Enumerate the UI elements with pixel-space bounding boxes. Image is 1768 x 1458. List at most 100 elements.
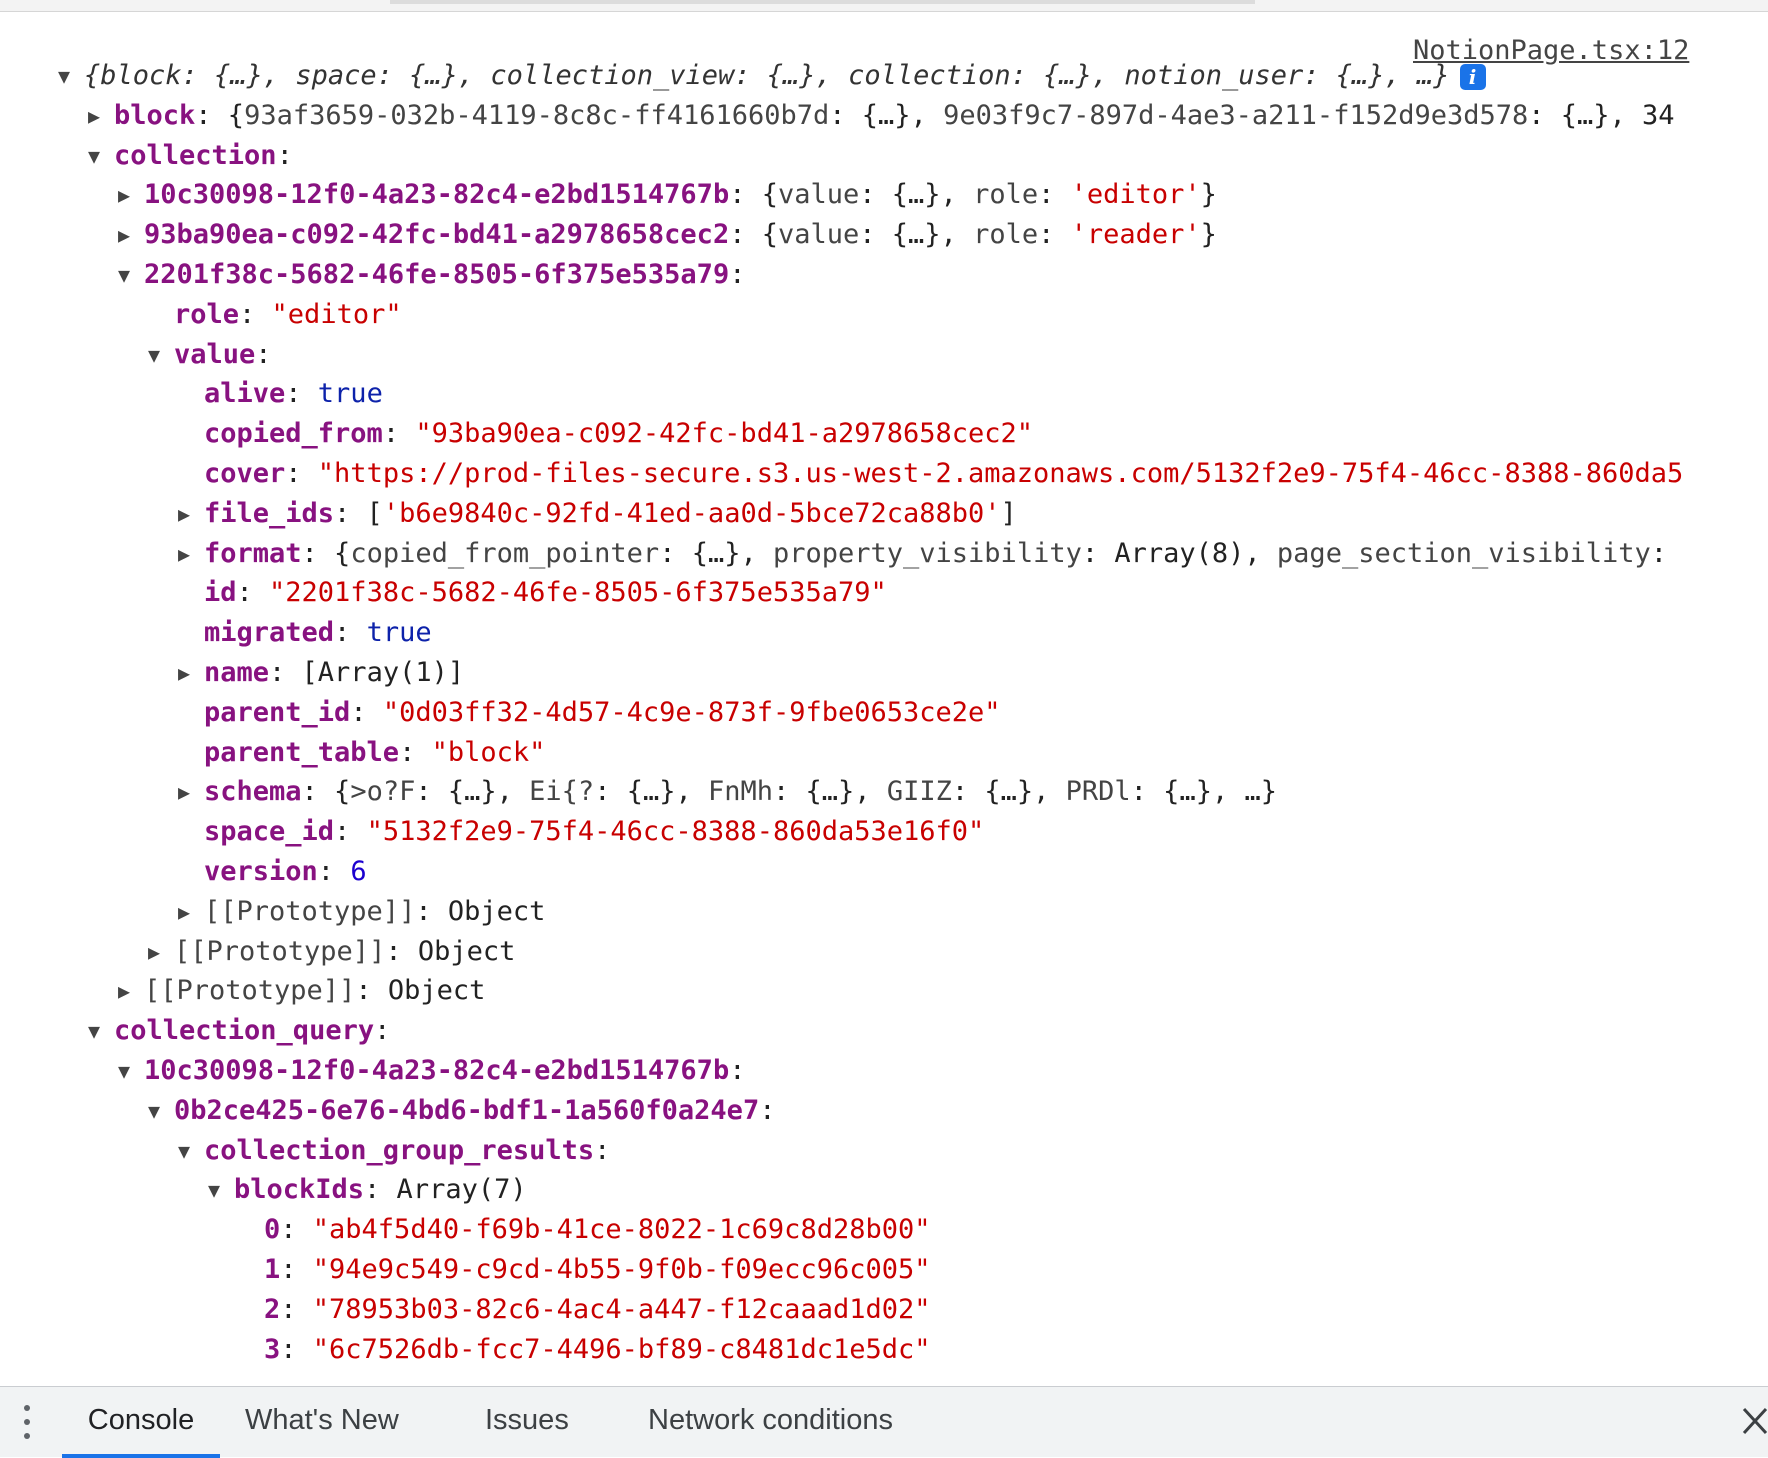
- token: : {…},: [1010, 60, 1125, 91]
- token: value: [777, 179, 860, 211]
- token: parent_id: [204, 696, 351, 728]
- token: :: [399, 736, 432, 768]
- console-tree-row: 0: "ab4f5d40-f69b-41ce-8022-1c69c8d28b00…: [238, 1210, 931, 1250]
- triangle-down-icon[interactable]: ▼: [148, 335, 174, 375]
- token: : Array(8),: [1081, 537, 1277, 569]
- token: 93ba90ea-c092-42fc-bd41-a2978658cec2: [144, 219, 730, 251]
- triangle-right-icon[interactable]: ▶: [178, 534, 204, 574]
- triangle-right-icon[interactable]: ▶: [178, 772, 204, 812]
- token: collection_group_results: [204, 1134, 595, 1166]
- triangle-down-icon[interactable]: ▼: [118, 1051, 144, 1091]
- token: : Object: [355, 975, 486, 1007]
- console-tree-row[interactable]: ▼ collection_group_results:: [178, 1131, 610, 1171]
- token: notion_user: [1124, 60, 1304, 91]
- token: : {…},: [594, 776, 708, 808]
- drawer-tab-bar: Console What's New Issues Network condit…: [0, 1386, 1768, 1458]
- triangle-down-icon[interactable]: ▼: [88, 136, 114, 176]
- token: :: [350, 696, 383, 728]
- triangle-right-icon[interactable]: ▶: [178, 653, 204, 693]
- console-tree-row[interactable]: ▶ [[Prototype]]: Object: [178, 892, 545, 932]
- console-tree-row[interactable]: ▶ schema: {>o?F: {…}, Ei{?: {…}, FnMh: {……: [178, 772, 1277, 812]
- tab-whats-new[interactable]: What's New: [245, 1387, 399, 1454]
- console-tree-row[interactable]: ▶ block: {93af3659-032b-4119-8c8c-ff41616…: [88, 96, 1675, 136]
- console-tree-row[interactable]: ▶ 93ba90ea-c092-42fc-bd41-a2978658cec2: {…: [118, 215, 1217, 255]
- token: : {…}, …}: [1130, 776, 1277, 808]
- token: : {…}, …}: [1303, 60, 1450, 91]
- token: :: [285, 378, 318, 410]
- console-tree-row[interactable]: ▶ name: [Array(1)]: [178, 653, 464, 693]
- triangle-right-icon[interactable]: ▶: [178, 494, 204, 534]
- token: 6: [350, 856, 367, 887]
- console-tree-row[interactable]: ▼ value:: [148, 335, 272, 375]
- close-icon[interactable]: [1740, 1401, 1768, 1441]
- token: :: [334, 617, 367, 649]
- token: : Object: [385, 935, 516, 967]
- triangle-down-icon[interactable]: ▼: [118, 255, 144, 295]
- token: : {…},: [773, 776, 887, 808]
- kebab-menu-icon[interactable]: [22, 1405, 32, 1439]
- token: file_ids: [204, 497, 335, 529]
- token: space_id: [204, 816, 335, 848]
- token: Ei{?: [529, 776, 595, 808]
- token: role: [973, 219, 1039, 251]
- console-tree-row[interactable]: ▼ 0b2ce425-6e76-4bd6-bdf1-1a560f0a24e7:: [148, 1091, 775, 1131]
- top-scrollbar[interactable]: [0, 0, 1768, 12]
- tab-network-conditions[interactable]: Network conditions: [648, 1387, 893, 1454]
- token: :: [1038, 219, 1071, 251]
- console-tree-row[interactable]: ▼ 10c30098-12f0-4a23-82c4-e2bd1514767b:: [118, 1051, 745, 1091]
- token: [[Prototype]]: [144, 975, 356, 1007]
- token: collection: [114, 139, 277, 171]
- console-tree-row[interactable]: ▼ collection_query:: [88, 1011, 390, 1051]
- console-tree-row[interactable]: ▼ blockIds: Array(7): [208, 1170, 527, 1210]
- triangle-right-icon[interactable]: ▶: [88, 96, 114, 136]
- token: :: [759, 1094, 776, 1126]
- triangle-down-icon[interactable]: ▼: [148, 1091, 174, 1131]
- scrollbar-thumb[interactable]: [390, 0, 1255, 4]
- console-tree-row[interactable]: ▶ 10c30098-12f0-4a23-82c4-e2bd1514767b: {…: [118, 175, 1217, 215]
- console-tree-row[interactable]: ▶ [[Prototype]]: Object: [148, 932, 515, 972]
- token: "block": [431, 736, 546, 768]
- triangle-right-icon[interactable]: ▶: [178, 892, 204, 932]
- token: "ab4f5d40-f69b-41ce-8022-1c69c8d28b00": [312, 1214, 931, 1246]
- token: "2201f38c-5682-46fe-8505-6f375e535a79": [269, 577, 887, 609]
- token: :: [276, 139, 293, 171]
- triangle-right-icon[interactable]: ▶: [118, 971, 144, 1011]
- console-tree-row[interactable]: ▶ file_ids: ['b6e9840c-92fd-41ed-aa0d-5bc…: [178, 494, 1017, 534]
- token: "editor": [271, 298, 402, 330]
- token: value: [174, 338, 256, 370]
- token: :: [317, 856, 351, 887]
- console-tree-row[interactable]: ▼ {block: {…}, space: {…}, collection_vie…: [58, 56, 1486, 96]
- tab-console[interactable]: Console: [62, 1387, 220, 1458]
- token: : {: [729, 179, 778, 211]
- token: : {…},: [376, 60, 491, 91]
- token: ]: [1000, 497, 1017, 529]
- token: :: [236, 577, 270, 609]
- token: copied_from_pointer: [350, 537, 660, 569]
- token: name: [204, 657, 270, 688]
- token: {: [84, 60, 101, 91]
- token: parent_table: [204, 736, 400, 768]
- tab-issues[interactable]: Issues: [485, 1387, 569, 1454]
- token: :: [280, 1333, 313, 1365]
- console-tree-row[interactable]: ▶ [[Prototype]]: Object: [118, 971, 485, 1011]
- triangle-down-icon[interactable]: ▼: [58, 56, 84, 96]
- console-tree-row[interactable]: ▶ format: {copied_from_pointer: {…}, prop…: [178, 534, 1667, 574]
- console-tree-row: migrated: true: [178, 613, 432, 653]
- triangle-right-icon[interactable]: ▶: [118, 215, 144, 255]
- token: :: [334, 816, 367, 848]
- triangle-down-icon[interactable]: ▼: [88, 1011, 114, 1051]
- triangle-down-icon[interactable]: ▼: [208, 1170, 234, 1210]
- console-tree-row[interactable]: ▼ 2201f38c-5682-46fe-8505-6f375e535a79:: [118, 255, 745, 295]
- console-tree-row: parent_id: "0d03ff32-4d57-4c9e-873f-9fbe…: [178, 693, 1001, 733]
- token: 3: [264, 1333, 281, 1365]
- token: true: [366, 617, 432, 649]
- triangle-right-icon[interactable]: ▶: [118, 175, 144, 215]
- triangle-down-icon[interactable]: ▼: [178, 1131, 204, 1171]
- info-icon[interactable]: i: [1459, 63, 1486, 90]
- token: property_visibility: [772, 537, 1082, 569]
- token: :: [280, 1293, 313, 1325]
- triangle-right-icon[interactable]: ▶: [148, 932, 174, 972]
- console-tree-row[interactable]: ▼ collection:: [88, 136, 293, 176]
- token: FnMh: [707, 776, 774, 808]
- token: "94e9c549-c9cd-4b55-9f0b-f09ecc96c005": [312, 1254, 931, 1285]
